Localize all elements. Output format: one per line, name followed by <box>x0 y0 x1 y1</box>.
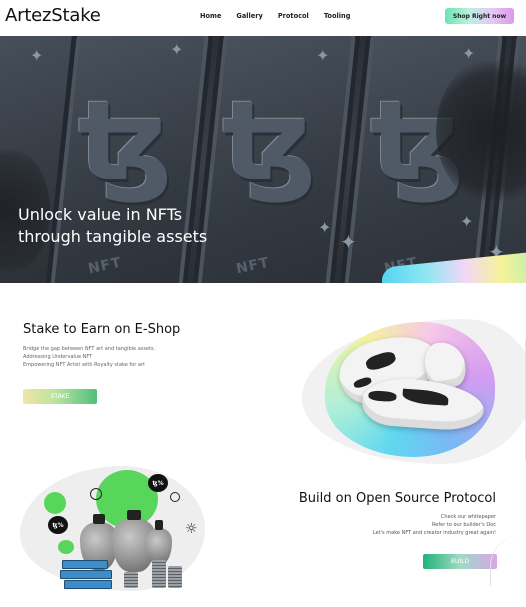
sparkle-icon: ✦ <box>318 218 332 237</box>
sneaker-doodle <box>364 349 398 373</box>
build-section-description: Check our whitepaper Refer to our builde… <box>373 513 496 538</box>
builders-doc-link[interactable]: Refer to our builder's Doc <box>373 521 496 529</box>
percent-bubble-icon: ꜩ% <box>148 474 168 492</box>
sparkle-icon: ✦ <box>170 40 184 59</box>
cash-stack <box>62 560 108 569</box>
stake-line: Empowering NFT Artist with Royalty stake… <box>23 362 145 369</box>
lightbulb-icon: ☼ <box>185 521 198 537</box>
stake-button[interactable]: STAKE <box>23 389 97 404</box>
sparkle-icon: ✦ <box>340 230 357 254</box>
green-blob <box>58 540 74 554</box>
build-section-title: Build on Open Source Protocol <box>298 491 496 506</box>
sparkle-icon: ✦ <box>460 212 474 231</box>
percent-bubble-icon: ꜩ% <box>48 516 68 534</box>
stake-line: Addressing Undervalue NFT <box>23 354 93 361</box>
hero-title: Unlock value in NFTs through tangible as… <box>18 204 248 248</box>
page: ArtezStake Home Gallery Protocol Tooling… <box>0 0 526 607</box>
squiggle <box>170 492 180 502</box>
coin-stack <box>124 572 138 588</box>
sparkle-icon: ✦ <box>462 44 476 63</box>
hero-title-line-1: Unlock value in NFTs <box>18 205 183 224</box>
green-blob <box>44 492 66 514</box>
site-logo[interactable]: ArtezStake <box>5 5 101 26</box>
main-menu: Home Gallery Protocol Tooling <box>200 12 365 20</box>
coin-stack <box>168 566 182 588</box>
shop-right-now-button[interactable]: Shop Right now <box>445 8 514 24</box>
cash-stack <box>64 580 112 589</box>
squiggle <box>90 488 102 500</box>
hero-title-line-2: through tangible assets <box>18 227 208 246</box>
build-line: Let's make NFT and creator industry grea… <box>372 530 496 537</box>
coin-stack <box>152 560 166 588</box>
nav-home-link[interactable]: Home <box>200 12 221 20</box>
sneaker-doodle <box>368 390 397 403</box>
top-navbar: ArtezStake Home Gallery Protocol Tooling… <box>0 0 526 36</box>
whitepaper-link[interactable]: Check our whitepaper <box>373 513 496 521</box>
sparkle-icon: ✦ <box>316 46 330 65</box>
stake-section-title: Stake to Earn on E-Shop <box>23 322 181 337</box>
sneaker-swoosh <box>402 388 449 406</box>
tezos-logo-icon: ꜩ <box>78 77 173 205</box>
hero-banner: ꜩ ꜩ ꜩ NFT NFT NFT ✦ ✦ ✦ ✦ ✦ ✦ ✦ ✦ Unlock… <box>0 36 526 283</box>
tezos-logo-icon: ꜩ <box>222 77 317 205</box>
stake-line: Bridge the gap between NFT art and tangi… <box>23 346 156 352</box>
build-button[interactable]: BUILD <box>423 554 497 569</box>
sparkle-icon: ✦ <box>30 46 44 65</box>
nav-tooling-link[interactable]: Tooling <box>324 12 351 20</box>
stake-section-description: Bridge the gap between NFT art and tangi… <box>23 345 155 370</box>
money-bag-icon <box>146 520 172 564</box>
nav-gallery-link[interactable]: Gallery <box>236 12 262 20</box>
cash-stack <box>60 570 112 579</box>
decorative-wire <box>490 536 526 586</box>
nav-protocol-link[interactable]: Protocol <box>278 12 309 20</box>
